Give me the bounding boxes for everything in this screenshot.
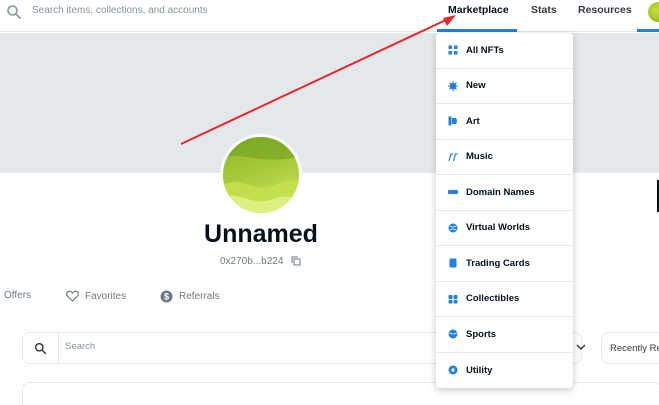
tab-referrals-label: Referrals xyxy=(179,291,220,302)
avatar-wave-graphic xyxy=(223,137,299,213)
sort-dropdown-label: Recently Re xyxy=(610,343,659,354)
search-icon xyxy=(34,342,47,354)
menu-item-sports[interactable]: Sports xyxy=(436,317,573,353)
global-search-input[interactable]: Search items, collections, and accounts xyxy=(32,4,208,18)
art-icon xyxy=(448,116,457,126)
items-search-input[interactable] xyxy=(65,341,425,352)
menu-item-label: Art xyxy=(466,115,480,127)
menu-item-art[interactable]: Art xyxy=(436,104,573,140)
sports-icon xyxy=(448,329,458,339)
menu-item-label: New xyxy=(466,80,486,92)
menu-item-collectibles[interactable]: Collectibles xyxy=(436,282,573,317)
tab-offers-label: Offers xyxy=(4,290,32,301)
marketplace-dropdown-menu: All NFTs New Art Music Domain Names Virt… xyxy=(436,33,573,388)
nav-marketplace[interactable]: Marketplace xyxy=(448,0,509,20)
new-icon xyxy=(448,80,458,91)
domain-names-icon xyxy=(448,190,458,195)
svg-text:$: $ xyxy=(164,292,169,302)
nav-profile-underline xyxy=(637,29,659,32)
nav-resources[interactable]: Resources xyxy=(578,0,632,20)
sort-dropdown[interactable]: Recently Re xyxy=(601,332,659,364)
menu-item-trading-cards[interactable]: Trading Cards xyxy=(436,246,573,282)
items-search-icon-wrap xyxy=(23,333,59,363)
profile-avatar xyxy=(220,134,302,216)
dollar-coin-icon: $ xyxy=(160,290,173,303)
tab-favorites-label: Favorites xyxy=(85,290,127,302)
all-nfts-icon xyxy=(448,45,458,55)
top-header: Search items, collections, and accounts … xyxy=(0,0,659,32)
wallet-address[interactable]: 0x270b...b224 xyxy=(220,256,283,267)
menu-item-label: Utility xyxy=(466,364,493,376)
tab-offers[interactable]: Offers xyxy=(4,290,31,301)
nav-active-underline xyxy=(437,29,517,32)
tab-favorites[interactable]: Favorites xyxy=(66,290,126,302)
menu-item-utility[interactable]: Utility xyxy=(436,353,573,389)
collectibles-icon xyxy=(448,294,458,304)
menu-item-virtual-worlds[interactable]: Virtual Worlds xyxy=(436,211,573,246)
menu-item-domain-names[interactable]: Domain Names xyxy=(436,175,573,211)
nav-stats[interactable]: Stats xyxy=(531,0,557,20)
menu-item-label: Sports xyxy=(466,328,497,340)
menu-item-label: All NFTs xyxy=(466,44,504,56)
virtual-worlds-icon xyxy=(448,223,458,233)
menu-item-label: Domain Names xyxy=(466,186,535,198)
menu-item-label: Collectibles xyxy=(466,293,520,305)
copy-icon[interactable] xyxy=(291,256,301,266)
tab-referrals[interactable]: $ Referrals xyxy=(160,290,220,303)
profile-name: Unnamed xyxy=(204,220,318,248)
music-icon xyxy=(448,153,458,161)
chevron-down-icon[interactable] xyxy=(576,343,586,351)
account-avatar[interactable] xyxy=(648,2,659,22)
menu-item-label: Music xyxy=(466,151,493,163)
menu-item-new[interactable]: New xyxy=(436,69,573,104)
menu-item-label: Virtual Worlds xyxy=(466,222,531,234)
search-icon[interactable] xyxy=(6,4,22,20)
heart-icon xyxy=(66,290,79,302)
menu-item-all-nfts[interactable]: All NFTs xyxy=(436,33,573,69)
trading-cards-icon xyxy=(449,258,457,268)
menu-item-label: Trading Cards xyxy=(466,257,530,269)
menu-item-music[interactable]: Music xyxy=(436,140,573,175)
utility-icon xyxy=(448,365,458,375)
